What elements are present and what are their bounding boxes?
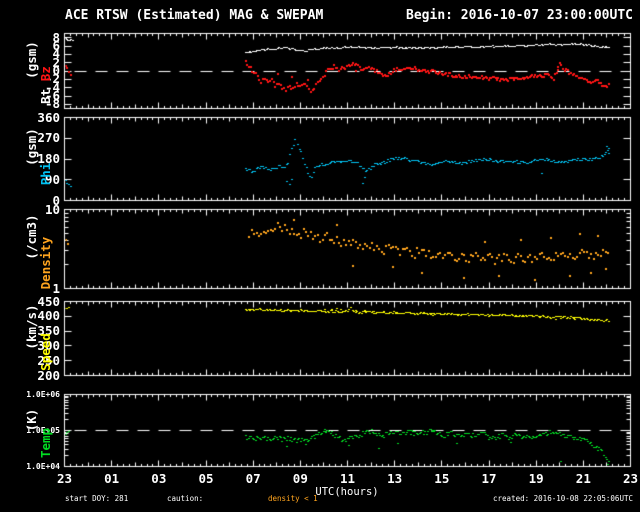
y-tick-label-speed: 200 [37, 367, 60, 383]
bt_bz-axis-label-part: Bt [37, 80, 53, 104]
footer-caution-label: caution: [167, 494, 204, 503]
ace-rtsw-plot: ACE RTSW (Estimated) MAG & SWEPAM Begin:… [0, 0, 640, 512]
x-tick-label: 21 [575, 471, 591, 486]
phi-unit-label: (gsm) [23, 127, 39, 166]
temp-unit-label: (K) [23, 408, 39, 431]
y-tick-label-temp: 1.0E+06 [26, 389, 60, 399]
bt_bz-unit-label: (gsm) [23, 40, 39, 79]
density-axis-label: Density [37, 236, 53, 290]
bt_bz-axis-label: Bt Bz [37, 65, 53, 104]
density-axis-label-part: Density [37, 236, 53, 290]
x-tick-label: 07 [245, 471, 261, 486]
x-tick-label: 05 [198, 471, 214, 486]
speed-axis-label-part: Speed [37, 332, 53, 371]
phi-axis-label: Phi [37, 162, 53, 186]
x-tick-label: 15 [434, 471, 450, 486]
y-tick-label-temp: 1.0E+04 [26, 461, 60, 471]
footer-caution-value: density < 1 [268, 494, 318, 503]
begin-timestamp: Begin: 2016-10-07 23:00:00UTC [406, 8, 633, 23]
plot-canvas [0, 0, 640, 512]
phi-axis-label-part: Phi [37, 162, 53, 186]
x-tick-label: 13 [387, 471, 403, 486]
density-unit-label: (/cm3) [23, 214, 39, 260]
x-axis-title: UTC(hours) [315, 486, 379, 498]
x-tick-label: 17 [481, 471, 497, 486]
speed-axis-label: Speed [37, 332, 53, 371]
speed-unit-label: (km/s) [23, 304, 39, 350]
footer-created-timestamp: created: 2016-10-08 22:05:06UTC [493, 494, 633, 503]
temp-axis-label-part: Temp [37, 428, 53, 459]
x-tick-label: 11 [339, 471, 356, 486]
x-tick-label: 09 [292, 471, 308, 486]
x-tick-label: 19 [528, 471, 544, 486]
x-tick-label: 01 [104, 471, 120, 486]
x-tick-label: 03 [151, 471, 167, 486]
x-tick-label: 23 [622, 471, 639, 486]
footer-start-doy: start DOY: 281 [65, 494, 129, 503]
x-tick-label: 23 [56, 471, 73, 486]
y-tick-label-phi: 360 [37, 109, 60, 125]
bt_bz-axis-label-part: Bz [37, 65, 53, 81]
plot-title: ACE RTSW (Estimated) MAG & SWEPAM [65, 8, 324, 23]
temp-axis-label: Temp [37, 428, 53, 459]
